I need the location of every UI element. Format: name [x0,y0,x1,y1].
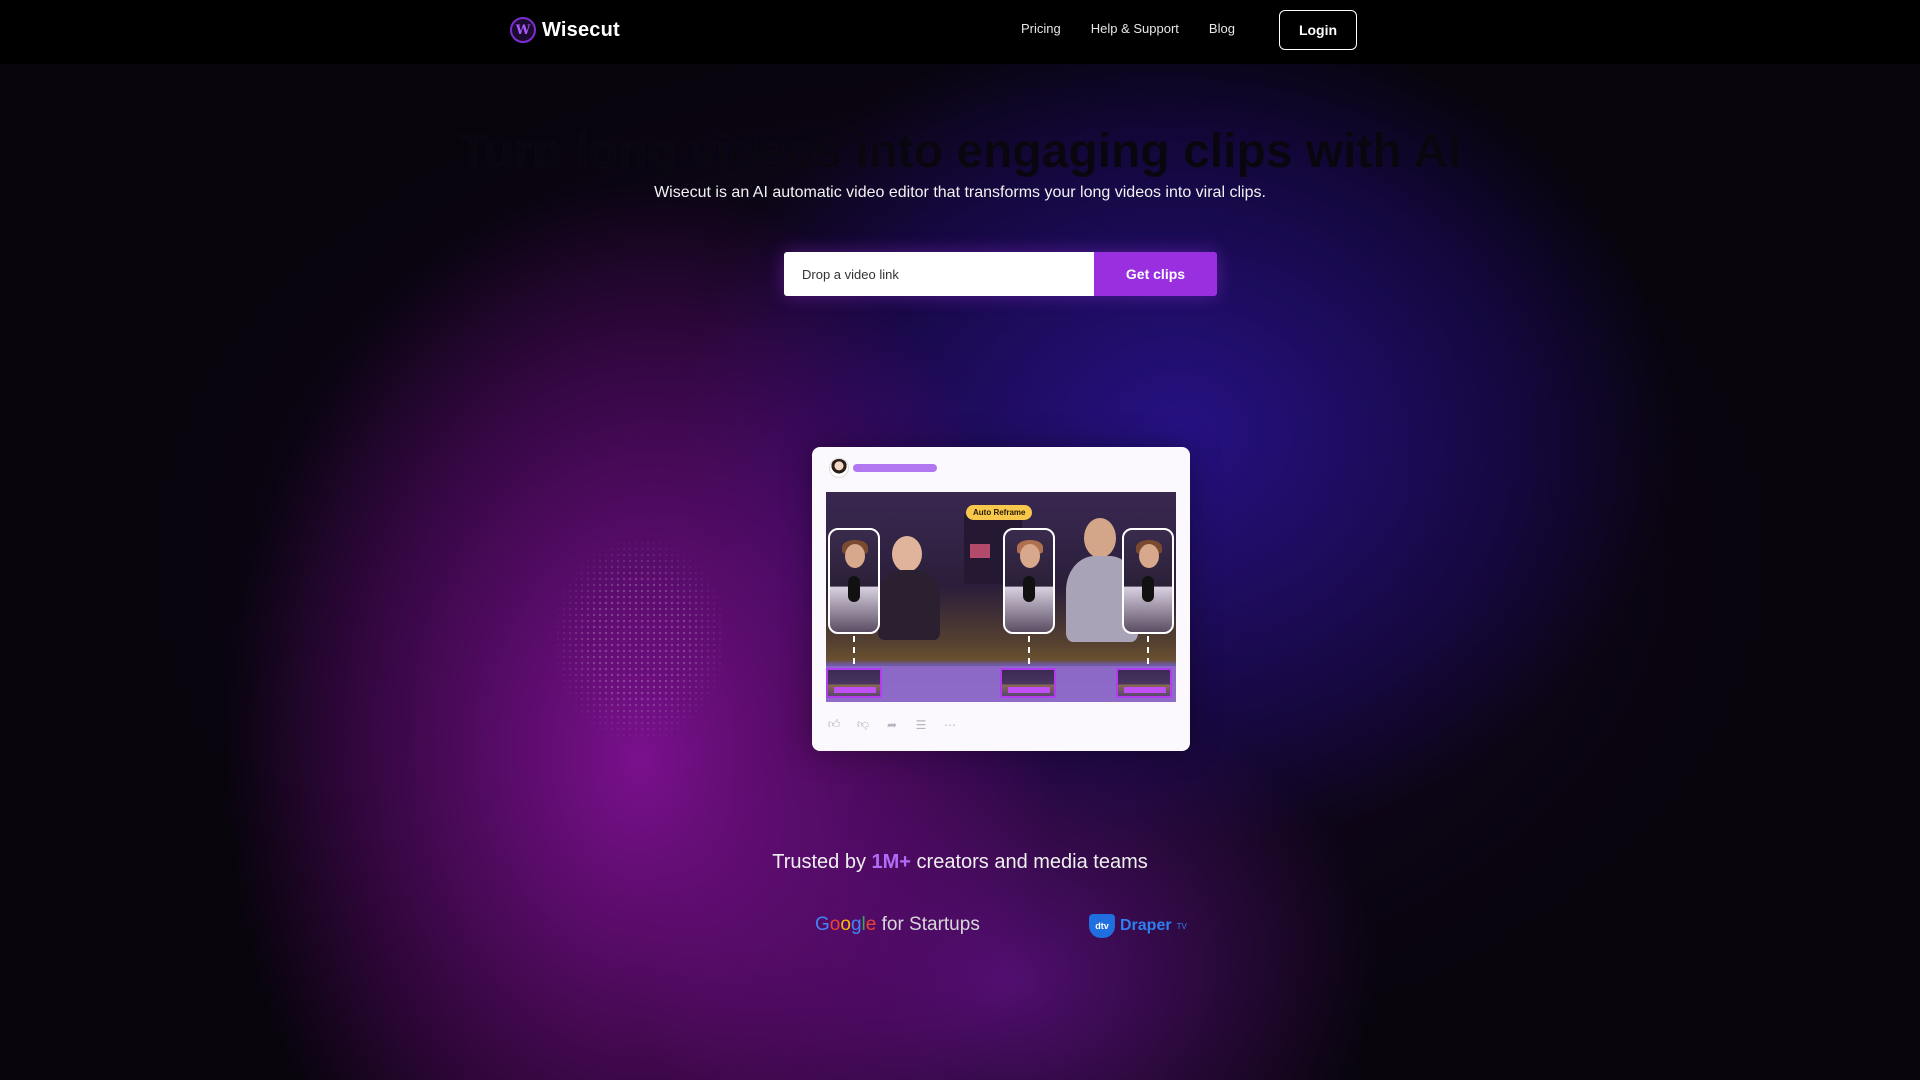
avatar [829,458,849,478]
person-man-right [1084,518,1116,558]
wisecut-logo-icon: W [510,17,536,43]
user-count-highlight: 1M+ [871,851,911,873]
draper-shield-icon: dtv [1089,914,1115,938]
connector-line-3 [1147,636,1149,664]
video-preview: Auto Reframe [826,492,1176,702]
vertical-clip-frame-2 [1003,528,1055,634]
get-clips-button[interactable]: Get clips [1094,252,1217,296]
nav-link-pricing[interactable]: Pricing [1021,21,1061,36]
clip-timeline[interactable] [826,666,1176,702]
logo-text: Wisecut [542,18,620,41]
connector-line-2 [1028,636,1030,664]
google-for-startups-logo: Google for Startups [815,914,980,935]
thumbs-up-icon[interactable]: 👍︎ [826,717,842,732]
auto-reframe-badge: Auto Reframe [966,505,1033,520]
nav-link-blog[interactable]: Blog [1209,21,1235,36]
hero-title: Turn long videos into engaging clips wit… [458,125,1462,178]
video-link-input[interactable] [784,252,1094,296]
thumbs-down-icon[interactable]: 👎︎ [855,717,871,732]
connector-line-1 [853,636,855,664]
vertical-clip-frame-3 [1122,528,1174,634]
timeline-clip-3[interactable] [1116,668,1172,698]
dot-pattern-decoration [555,540,725,740]
more-icon[interactable]: ⋯ [942,718,958,732]
top-navbar: W Wisecut Pricing Help & Support Blog Lo… [0,0,1920,64]
draper-tv-logo: dtv Draper TV [1089,914,1187,938]
hero-subtitle: Wisecut is an AI automatic video editor … [654,184,1266,201]
video-link-form: Get clips [784,252,1217,296]
nav-links: Pricing Help & Support Blog [1021,21,1235,36]
person-woman [892,536,922,572]
title-placeholder-bar [853,464,937,472]
wisecut-logo[interactable]: W Wisecut [510,17,620,43]
timeline-clip-2[interactable] [1000,668,1056,698]
share-icon[interactable]: ➦ [884,718,900,732]
trusted-by-text: Trusted by 1M+ creators and media teams [772,851,1148,873]
login-button[interactable]: Login [1279,10,1357,50]
save-icon[interactable]: ☰ [913,718,929,732]
person-woman-body [878,570,940,640]
nav-link-help-support[interactable]: Help & Support [1091,21,1179,36]
google-wordmark: Google [815,914,877,935]
product-preview-card: Auto Reframe 👍︎ 👎︎ ➦ ☰ ⋯ [812,447,1190,751]
vertical-clip-frame-1 [828,528,880,634]
video-action-bar: 👍︎ 👎︎ ➦ ☰ ⋯ [826,717,958,732]
timeline-clip-1[interactable] [826,668,882,698]
